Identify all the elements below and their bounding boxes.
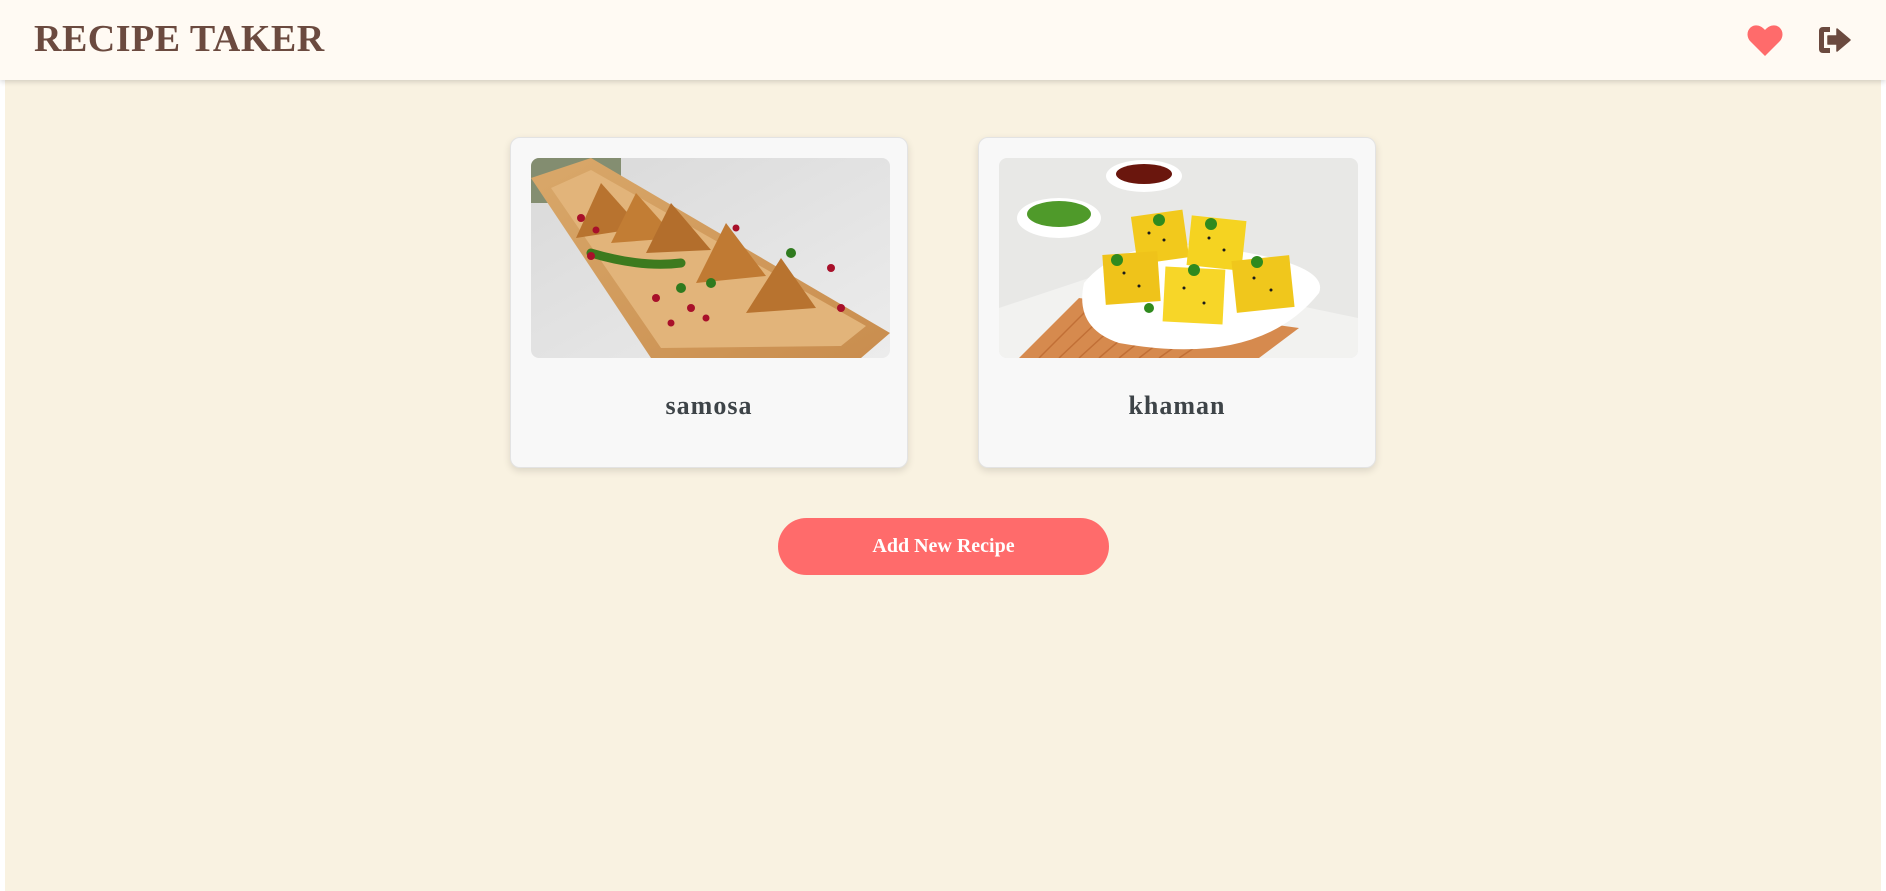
samosa-photo — [531, 158, 890, 358]
favorites-heart-icon[interactable] — [1745, 20, 1785, 60]
recipe-card-khaman[interactable]: khaman — [978, 137, 1376, 468]
add-new-recipe-button[interactable]: Add New Recipe — [778, 518, 1109, 575]
recipe-title: samosa — [665, 391, 753, 420]
khaman-photo — [999, 158, 1358, 358]
app-title: RECIPE TAKER — [34, 18, 325, 60]
page-background — [5, 0, 1881, 891]
top-navbar: RECIPE TAKER — [0, 0, 1886, 80]
recipe-title: khaman — [1128, 391, 1226, 420]
recipe-card-samosa[interactable]: samosa — [510, 137, 908, 468]
logout-icon[interactable] — [1814, 20, 1854, 60]
